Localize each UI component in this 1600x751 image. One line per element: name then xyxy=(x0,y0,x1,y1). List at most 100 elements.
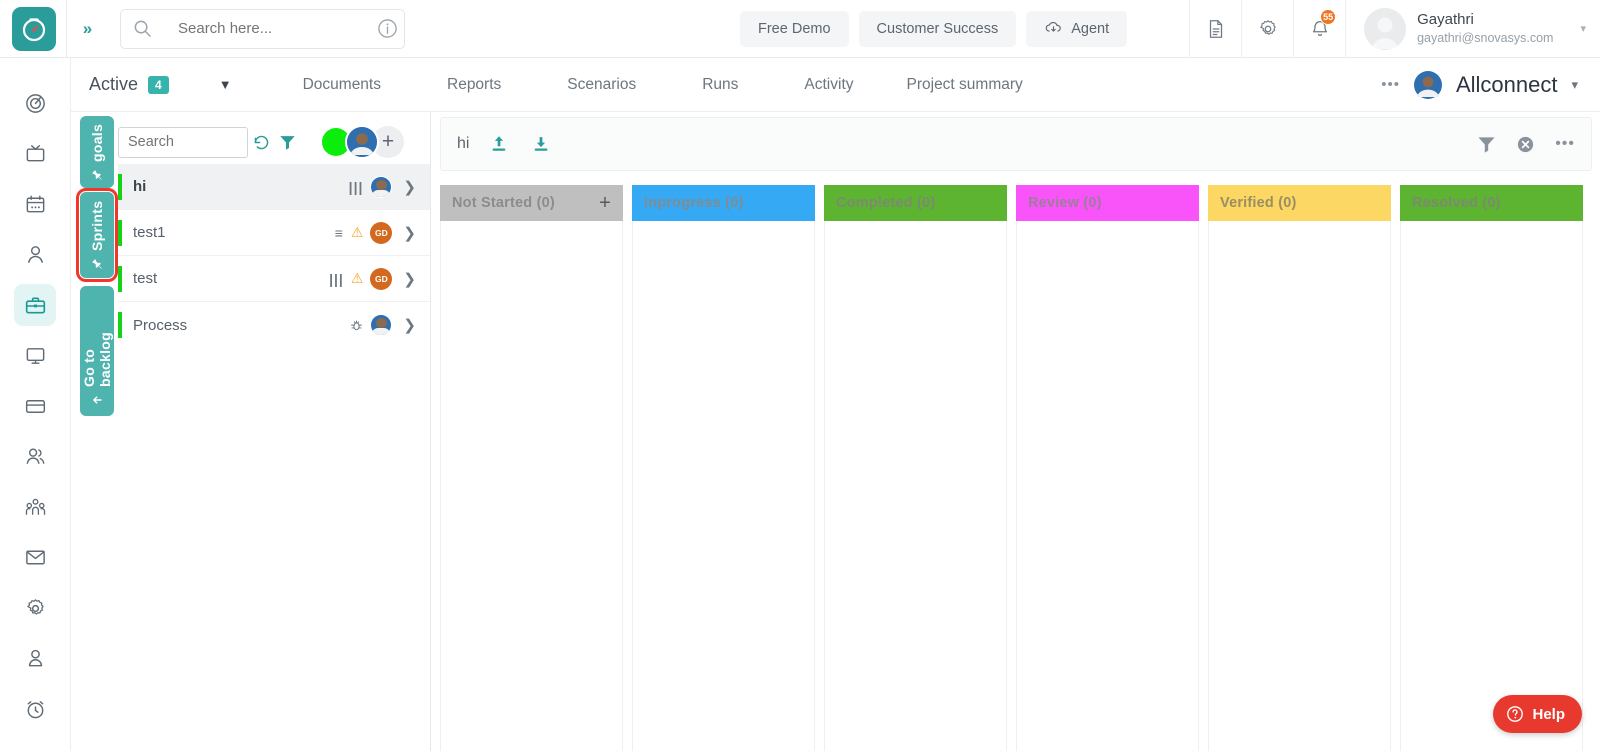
column-title: Review (0) xyxy=(1028,195,1102,211)
chevron-right-icon[interactable]: ❯ xyxy=(403,224,416,242)
column-dropzone[interactable] xyxy=(824,221,1007,751)
vtab-go-to-backlog[interactable]: Go to backlog xyxy=(80,286,114,416)
column-dropzone[interactable] xyxy=(1208,221,1391,751)
customer-success-label: Customer Success xyxy=(877,21,999,37)
sidebar-expand-toggle[interactable]: » xyxy=(66,0,100,58)
free-demo-label: Free Demo xyxy=(758,21,831,37)
list-item[interactable]: hi ||| ❯ xyxy=(118,164,430,210)
active-filter[interactable]: Active 4 ▼ xyxy=(89,74,232,95)
sprint-panel: goals Sprints Go to backlog xyxy=(71,112,431,751)
refresh-icon[interactable] xyxy=(248,133,274,152)
search-icon xyxy=(133,19,152,38)
tab-runs[interactable]: Runs xyxy=(669,76,771,94)
app-logo[interactable] xyxy=(12,7,56,51)
list-item[interactable]: Process ❯ xyxy=(118,302,430,348)
nav-tab-list: Documents Reports Scenarios Runs Activit… xyxy=(270,76,1043,94)
notification-bell-icon[interactable]: 55 xyxy=(1293,0,1345,58)
tab-activity[interactable]: Activity xyxy=(771,76,886,94)
cloud-download-icon xyxy=(1044,19,1063,38)
column-dropzone[interactable] xyxy=(440,221,623,751)
sprint-search-input[interactable] xyxy=(118,127,248,158)
clear-filter-icon[interactable] xyxy=(1516,135,1535,154)
column-header[interactable]: Inprogress (0) xyxy=(632,185,815,221)
question-circle-icon xyxy=(1506,705,1524,723)
avatar xyxy=(1364,8,1406,50)
warning-icon: ⚠ xyxy=(351,270,364,287)
filter-funnel-icon[interactable] xyxy=(1477,135,1496,154)
column-header[interactable]: Not Started (0) + xyxy=(440,185,623,221)
avatar[interactable] xyxy=(345,125,379,159)
upload-icon[interactable] xyxy=(489,134,509,154)
top-bar: » Free Demo Customer xyxy=(0,0,1600,58)
project-owner-avatar xyxy=(1414,71,1442,99)
project-name[interactable]: Allconnect xyxy=(1456,72,1558,98)
avatar xyxy=(370,314,392,336)
settings-gear-icon[interactable] xyxy=(1241,0,1293,58)
chevron-right-icon[interactable]: ❯ xyxy=(403,316,416,334)
list-item[interactable]: test ||| ⚠ GD ❯ xyxy=(118,256,430,302)
search-input[interactable] xyxy=(178,20,377,37)
sidebar-item-tv[interactable] xyxy=(14,133,56,175)
tab-reports[interactable]: Reports xyxy=(414,76,534,94)
more-options-icon[interactable]: ••• xyxy=(1381,76,1400,93)
sprint-list: hi ||| ❯ test1 ≡ ⚠ GD ❯ test xyxy=(118,164,430,348)
column-dropzone[interactable] xyxy=(1016,221,1199,751)
filter-funnel-icon[interactable] xyxy=(274,134,300,151)
document-icon[interactable] xyxy=(1189,0,1241,58)
board-column-review: Review (0) xyxy=(1016,185,1199,751)
sidebar-item-target[interactable] xyxy=(14,82,56,124)
list-item[interactable]: test1 ≡ ⚠ GD ❯ xyxy=(118,210,430,256)
status-bar xyxy=(118,174,122,200)
column-header[interactable]: Verified (0) xyxy=(1208,185,1391,221)
chevron-down-icon[interactable]: ▼ xyxy=(219,77,232,92)
sidebar-item-users[interactable] xyxy=(14,436,56,478)
vtab-sprints-label: Sprints xyxy=(89,200,105,250)
sidebar-item-alarm[interactable] xyxy=(14,688,56,730)
row-icons: ||| ⚠ GD ❯ xyxy=(329,268,416,290)
info-icon[interactable] xyxy=(377,18,398,39)
sidebar-item-calendar[interactable] xyxy=(14,183,56,225)
board-column-inprogress: Inprogress (0) xyxy=(632,185,815,751)
column-title: Verified (0) xyxy=(1220,195,1297,211)
clock-timer-logo-icon xyxy=(20,15,48,43)
chevron-down-icon[interactable]: ▾ xyxy=(1571,77,1578,93)
vtab-backlog-label: Go to backlog xyxy=(81,296,113,387)
vtab-goals[interactable]: goals xyxy=(80,116,114,188)
help-button[interactable]: Help xyxy=(1493,695,1582,733)
sidebar-item-briefcase[interactable] xyxy=(14,284,56,326)
column-title: Inprogress (0) xyxy=(644,195,744,211)
sprint-toolbar: + xyxy=(118,119,422,165)
free-demo-button[interactable]: Free Demo xyxy=(740,11,849,47)
tab-project-summary[interactable]: Project summary xyxy=(887,76,1043,94)
sidebar-item-settings[interactable] xyxy=(14,587,56,629)
more-options-icon[interactable]: ••• xyxy=(1555,135,1575,153)
chevron-right-icon[interactable]: ❯ xyxy=(403,270,416,288)
global-search[interactable] xyxy=(120,9,405,49)
column-dropzone[interactable] xyxy=(1400,221,1583,751)
column-header[interactable]: Completed (0) xyxy=(824,185,1007,221)
chevron-down-icon[interactable]: ▾ xyxy=(1580,22,1586,35)
column-header[interactable]: Review (0) xyxy=(1016,185,1199,221)
status-bar xyxy=(118,220,122,246)
column-header[interactable]: Resolved (0) xyxy=(1400,185,1583,221)
vtab-sprints[interactable]: Sprints xyxy=(80,192,114,278)
sidebar-item-team[interactable] xyxy=(14,486,56,528)
tab-documents[interactable]: Documents xyxy=(270,76,414,94)
add-card-button[interactable]: + xyxy=(599,193,611,213)
avatar xyxy=(370,176,392,198)
sidebar-item-person[interactable] xyxy=(14,234,56,276)
chevron-right-icon[interactable]: ❯ xyxy=(403,178,416,196)
sidebar-item-profile[interactable] xyxy=(14,638,56,680)
agent-button[interactable]: Agent xyxy=(1026,11,1127,47)
tab-scenarios[interactable]: Scenarios xyxy=(534,76,669,94)
download-icon[interactable] xyxy=(531,134,551,154)
vtab-goals-label: goals xyxy=(89,123,105,161)
sidebar-item-card[interactable] xyxy=(14,385,56,427)
column-dropzone[interactable] xyxy=(632,221,815,751)
sidebar-item-mail[interactable] xyxy=(14,537,56,579)
customer-success-button[interactable]: Customer Success xyxy=(859,11,1017,47)
sidebar-item-monitor[interactable] xyxy=(14,335,56,377)
user-menu[interactable]: Gayathri gayathri@snovasys.com ▾ xyxy=(1345,0,1600,58)
project-selector-group: ••• Allconnect ▾ xyxy=(1381,71,1600,99)
priority-icon: ≡ xyxy=(335,225,344,241)
